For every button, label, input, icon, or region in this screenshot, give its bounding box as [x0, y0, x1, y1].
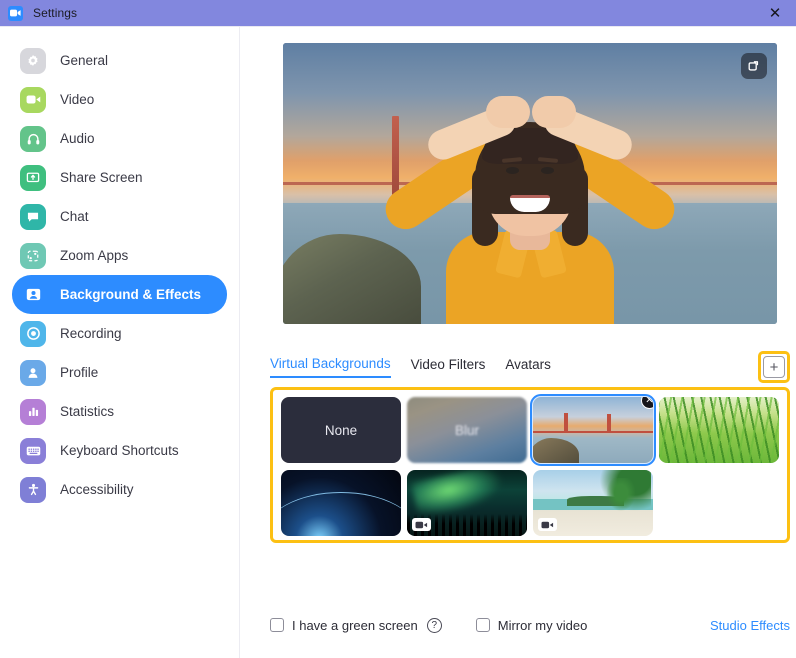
- sidebar-item-zoom-apps[interactable]: Zoom Apps: [12, 236, 227, 275]
- sidebar-item-label: Recording: [60, 326, 122, 341]
- sidebar-item-label: Share Screen: [60, 170, 143, 185]
- tab-virtual-backgrounds[interactable]: Virtual Backgrounds: [270, 356, 391, 378]
- add-background-button[interactable]: +: [763, 356, 785, 378]
- background-thumbnail-tropical-beach[interactable]: [533, 470, 653, 536]
- sidebar-item-label: Profile: [60, 365, 99, 380]
- background-thumbnail-label: Blur: [454, 422, 479, 438]
- effects-footer: I have a green screen ? Mirror my video …: [270, 604, 790, 658]
- person-eye-left: [506, 167, 519, 174]
- headphones-icon: [20, 125, 46, 152]
- background-thumbnail-golden-gate-bridge[interactable]: ✕: [530, 394, 656, 466]
- sidebar-item-chat[interactable]: Chat: [12, 197, 227, 236]
- video-background-badge-icon: [538, 518, 557, 531]
- person-icon: [20, 359, 46, 386]
- sidebar-item-label: Chat: [60, 209, 89, 224]
- sidebar-item-profile[interactable]: Profile: [12, 353, 227, 392]
- sidebar-item-recording[interactable]: Recording: [12, 314, 227, 353]
- sidebar-item-background-effects[interactable]: Background & Effects: [12, 275, 227, 314]
- sidebar-item-label: Zoom Apps: [60, 248, 129, 263]
- help-icon[interactable]: ?: [426, 617, 442, 633]
- share-screen-icon: [20, 164, 46, 191]
- background-thumbnail-none[interactable]: None: [281, 397, 401, 463]
- sidebar-item-label: Audio: [60, 131, 95, 146]
- sidebar-item-share-screen[interactable]: Share Screen: [12, 158, 227, 197]
- virtual-background-grid: None Blur ✕: [281, 394, 779, 536]
- background-thumbnail-earth-from-space[interactable]: [281, 470, 401, 536]
- gear-icon: [20, 47, 46, 74]
- remove-background-button[interactable]: ✕: [641, 397, 653, 409]
- sidebar-item-label: Video: [60, 92, 95, 107]
- window-title: Settings: [33, 6, 78, 20]
- green-screen-label: I have a green screen: [292, 617, 418, 633]
- video-camera-icon: [20, 86, 46, 113]
- sidebar-item-label: General: [60, 53, 109, 68]
- sidebar-item-accessibility[interactable]: Accessibility: [12, 470, 227, 509]
- green-screen-checkbox-box[interactable]: [270, 618, 284, 632]
- background-thumbnail-label: None: [324, 422, 358, 438]
- sidebar-item-label: Background & Effects: [60, 287, 202, 302]
- settings-window: Settings ✕ General Video Audio Share Screen…: [0, 0, 796, 658]
- person-card-icon: [20, 282, 46, 308]
- bar-chart-icon: [20, 398, 46, 425]
- video-preview: [283, 43, 777, 324]
- background-thumbnail-grass[interactable]: [659, 397, 779, 463]
- rotate-camera-icon[interactable]: [741, 53, 767, 79]
- person-hand-left: [486, 96, 530, 128]
- person-eye-right: [541, 167, 554, 174]
- video-background-badge-icon: [412, 518, 431, 531]
- title-bar: Settings ✕: [0, 0, 796, 26]
- keyboard-icon: [20, 437, 46, 464]
- background-thumbnail-blur[interactable]: Blur: [407, 397, 527, 463]
- window-body: General Video Audio Share Screen Chat Zoom Ap…: [0, 26, 796, 658]
- accessibility-icon: [20, 476, 46, 503]
- preview-bridge-tower: [391, 116, 399, 195]
- sidebar-item-audio[interactable]: Audio: [12, 119, 227, 158]
- sidebar-item-keyboard-shortcuts[interactable]: Keyboard Shortcuts: [12, 431, 227, 470]
- mirror-video-label: Mirror my video: [497, 617, 588, 633]
- tab-video-filters[interactable]: Video Filters: [411, 357, 486, 377]
- sidebar-item-label: Keyboard Shortcuts: [60, 443, 179, 458]
- sidebar-item-video[interactable]: Video: [12, 80, 227, 119]
- background-effects-panel: Virtual Backgrounds Video Filters Avatars …: [240, 27, 796, 658]
- record-circle-icon: [20, 320, 46, 347]
- green-screen-checkbox[interactable]: I have a green screen: [270, 618, 418, 633]
- virtual-background-grid-highlight: None Blur ✕: [270, 387, 790, 543]
- chat-bubble-icon: [20, 203, 46, 230]
- sidebar-item-label: Accessibility: [60, 482, 134, 497]
- sidebar-item-general[interactable]: General: [12, 41, 227, 80]
- zoom-apps-icon: [20, 242, 46, 269]
- mirror-video-checkbox-box[interactable]: [475, 618, 490, 632]
- person-hand-right: [532, 96, 576, 128]
- effects-tab-bar: Virtual Backgrounds Video Filters Avatars …: [270, 351, 790, 383]
- settings-sidebar: General Video Audio Share Screen Chat Zoom Ap…: [0, 27, 240, 658]
- studio-effects-link[interactable]: Studio Effects: [710, 618, 790, 633]
- zoom-video-icon: [8, 5, 23, 21]
- close-button[interactable]: ✕: [754, 0, 796, 26]
- tab-avatars[interactable]: Avatars: [505, 357, 551, 377]
- sidebar-item-statistics[interactable]: Statistics: [12, 392, 227, 431]
- add-background-highlight: +: [758, 351, 790, 383]
- background-thumbnail-aurora-borealis[interactable]: [407, 470, 527, 536]
- sidebar-item-label: Statistics: [60, 404, 115, 419]
- mirror-video-checkbox[interactable]: Mirror my video: [475, 617, 588, 633]
